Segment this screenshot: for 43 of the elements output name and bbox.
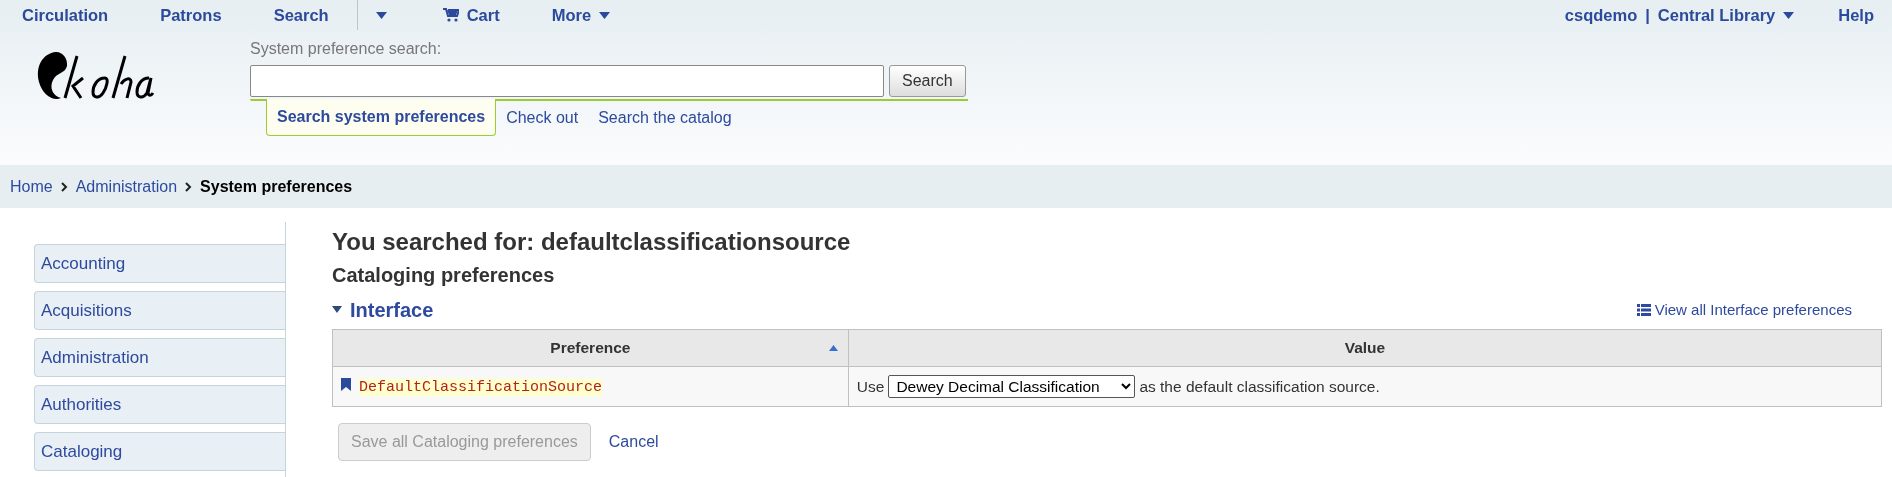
list-icon	[1636, 303, 1651, 316]
search-button[interactable]: Search	[889, 65, 966, 97]
page-heading: You searched for: defaultclassificationsource	[332, 228, 852, 257]
nav-link-item[interactable]: Circulation	[22, 2, 109, 28]
nav-link-item[interactable]: Patrons	[160, 2, 222, 28]
cart-icon	[442, 8, 459, 22]
search-label: System preference search:	[250, 39, 443, 59]
cancel-link[interactable]: Cancel	[608, 429, 659, 454]
breadcrumb-link[interactable]: Home	[10, 174, 53, 199]
sidebar-item[interactable]: Administration	[34, 338, 285, 377]
breadcrumb-link[interactable]: Administration	[75, 174, 178, 199]
chevron-icon	[60, 182, 68, 193]
separator: |	[1645, 4, 1650, 26]
search-tab[interactable]: Search the catalog	[588, 99, 742, 136]
more-menu[interactable]: More	[551, 2, 611, 28]
preference-name: DefaultClassificationSource	[359, 378, 603, 396]
classification-select[interactable]: Dewey Decimal Classification	[888, 374, 1136, 398]
section-heading: Cataloging preferences	[332, 262, 556, 287]
user-link[interactable]: csqdemo	[1564, 2, 1638, 28]
caret-icon	[375, 11, 387, 19]
column-header[interactable]: Value	[848, 329, 1882, 367]
view-all-link[interactable]: View all Interface preferences	[1636, 298, 1852, 322]
breadcrumb-current: System preferences	[200, 176, 353, 197]
caret-icon	[599, 11, 611, 19]
search-field[interactable]	[250, 65, 884, 97]
sidebar-item[interactable]: Acquisitions	[34, 291, 285, 330]
section-toggle[interactable]: Interface	[332, 294, 434, 325]
sidebar-item[interactable]: Cataloging	[34, 432, 285, 471]
column-header[interactable]: Preference	[332, 329, 849, 367]
chevron-icon	[185, 182, 193, 193]
value-text: as the default classification source.	[1139, 376, 1380, 397]
caret-icon	[332, 306, 342, 314]
search-tab[interactable]: Search system preferences	[266, 99, 497, 136]
bookmark-icon	[341, 378, 351, 392]
sidebar-item[interactable]: Accounting	[34, 244, 285, 283]
library-menu[interactable]: Central Library	[1657, 2, 1795, 28]
nav-link-item[interactable]: Search	[273, 2, 329, 28]
search-tab[interactable]: Check out	[496, 99, 589, 136]
help-link[interactable]: Help	[1838, 2, 1874, 28]
sidebar-item[interactable]: Authorities	[34, 385, 285, 424]
caret-icon	[1783, 11, 1795, 19]
cart-link[interactable]: Cart	[442, 2, 500, 28]
value-text: Use	[856, 376, 885, 397]
